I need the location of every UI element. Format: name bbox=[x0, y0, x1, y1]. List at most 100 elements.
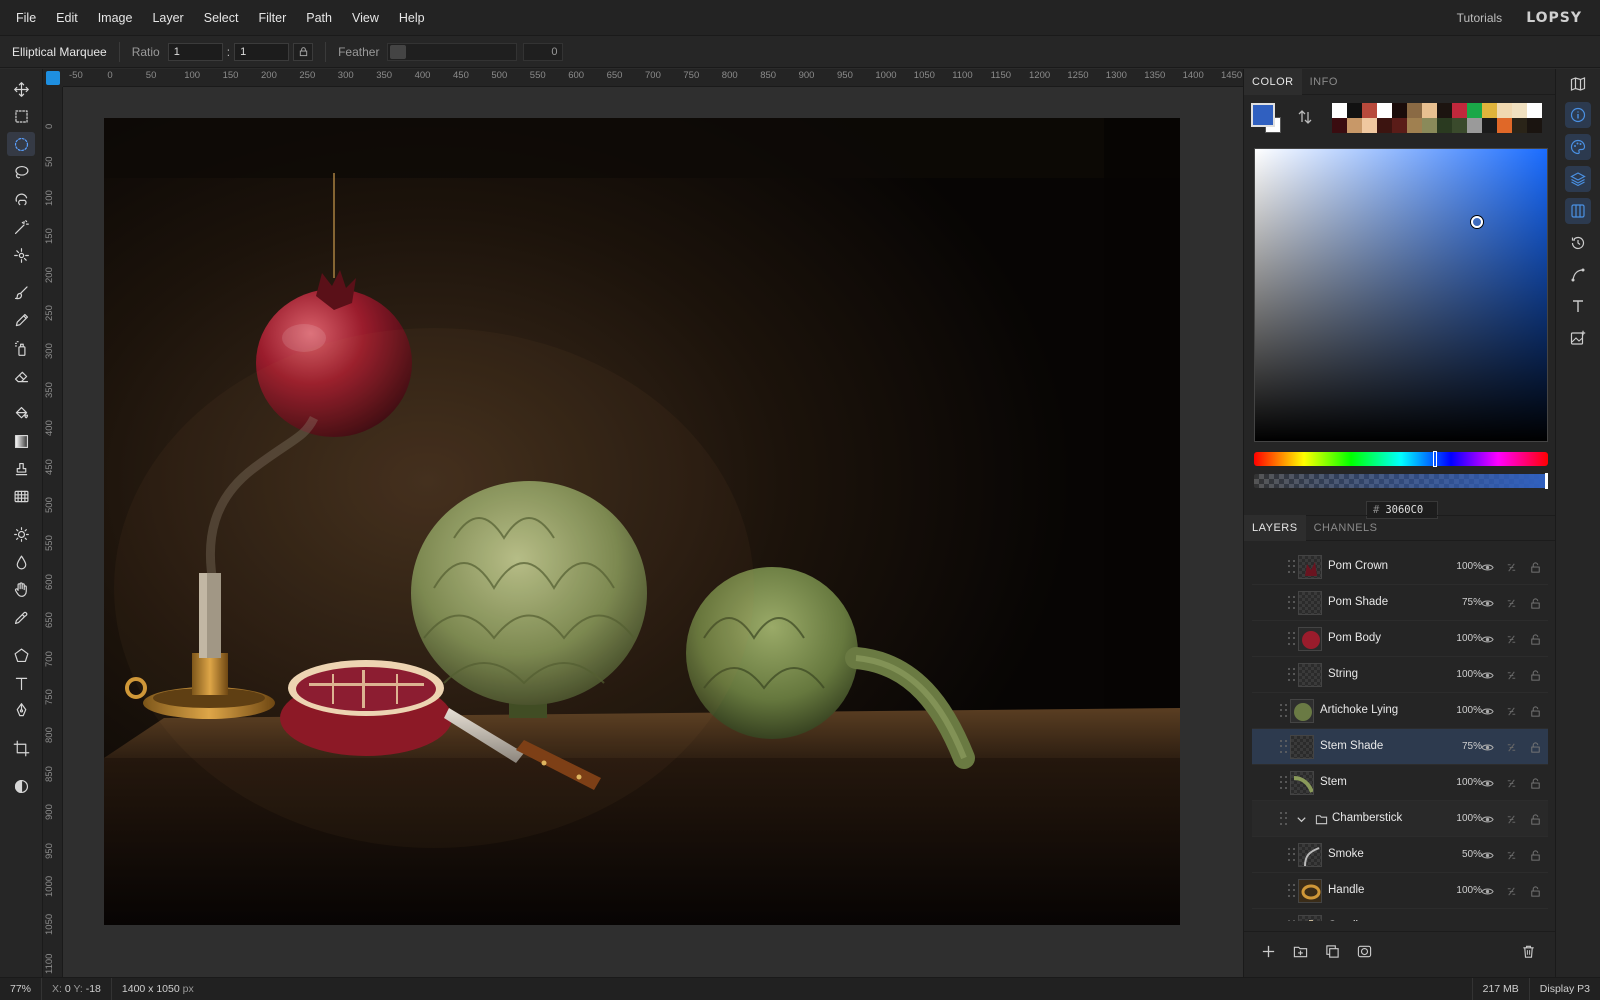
layer-row[interactable]: Candle100% bbox=[1252, 909, 1548, 921]
layer-opacity[interactable]: 100% bbox=[1442, 885, 1482, 896]
zoom-level[interactable]: 77% bbox=[0, 977, 43, 1000]
alpha-slider-thumb[interactable] bbox=[1545, 473, 1548, 489]
document-canvas[interactable] bbox=[104, 118, 1180, 925]
layer-row[interactable]: Chamberstick 100% bbox=[1252, 801, 1548, 837]
layer-name[interactable]: Artichoke Lying bbox=[1320, 704, 1398, 716]
pen-tool[interactable] bbox=[7, 699, 35, 723]
menu-layer[interactable]: Layer bbox=[142, 11, 193, 25]
feather-value[interactable]: 0 bbox=[523, 42, 564, 61]
layer-name[interactable]: Candle bbox=[1328, 920, 1364, 921]
color-swatch[interactable] bbox=[1347, 118, 1362, 133]
layer-name[interactable]: Pom Shade bbox=[1328, 596, 1388, 608]
color-swatch[interactable] bbox=[1407, 103, 1422, 118]
color-swatch[interactable] bbox=[1482, 118, 1497, 133]
lock-open-icon[interactable] bbox=[1528, 848, 1542, 862]
quick-select-tool[interactable] bbox=[7, 243, 35, 267]
menu-view[interactable]: View bbox=[342, 11, 389, 25]
color-profile[interactable]: Display P3 bbox=[1528, 978, 1600, 1000]
drag-handle-icon[interactable] bbox=[1280, 812, 1288, 826]
hand-tool[interactable] bbox=[7, 578, 35, 602]
feather-slider-thumb[interactable] bbox=[390, 44, 407, 59]
color-swatch[interactable] bbox=[1392, 103, 1407, 118]
eye-icon[interactable] bbox=[1480, 596, 1494, 610]
eye-icon[interactable] bbox=[1480, 848, 1494, 862]
layer-row[interactable]: Pom Crown 100% bbox=[1252, 549, 1548, 585]
layer-row[interactable]: Pom Body 100% bbox=[1252, 621, 1548, 657]
ruler-origin-icon[interactable] bbox=[46, 71, 60, 85]
color-swatch[interactable] bbox=[1452, 103, 1467, 118]
lock-open-icon[interactable] bbox=[1528, 740, 1542, 754]
dodge-tool[interactable] bbox=[7, 523, 35, 547]
color-swatch[interactable] bbox=[1497, 118, 1512, 133]
drag-handle-icon[interactable] bbox=[1288, 848, 1296, 862]
color-swatch[interactable] bbox=[1527, 118, 1542, 133]
saturation-value-picker[interactable] bbox=[1254, 148, 1548, 442]
drag-handle-icon[interactable] bbox=[1288, 560, 1296, 574]
drag-handle-icon[interactable] bbox=[1288, 884, 1296, 898]
pencil-tool[interactable] bbox=[7, 309, 35, 333]
menu-help[interactable]: Help bbox=[389, 11, 435, 25]
menu-file[interactable]: File bbox=[6, 11, 46, 25]
fx-icon[interactable] bbox=[1504, 668, 1518, 682]
layer-name[interactable]: Smoke bbox=[1328, 848, 1364, 860]
color-swatch[interactable] bbox=[1467, 118, 1482, 133]
elliptical-marquee-tool[interactable] bbox=[7, 132, 35, 157]
blur-tool[interactable] bbox=[7, 550, 35, 574]
ratio-lock-button[interactable] bbox=[293, 42, 314, 61]
tab-channels[interactable]: CHANNELS bbox=[1306, 515, 1386, 541]
fx-icon[interactable] bbox=[1504, 632, 1518, 646]
eye-icon[interactable] bbox=[1480, 812, 1494, 826]
layer-row[interactable]: Stem Shade 75% bbox=[1252, 729, 1548, 765]
color-swatch[interactable] bbox=[1422, 118, 1437, 133]
drag-handle-icon[interactable] bbox=[1288, 596, 1296, 610]
drag-handle-icon[interactable] bbox=[1280, 740, 1288, 754]
eye-icon[interactable] bbox=[1480, 920, 1494, 921]
pattern-tool[interactable] bbox=[7, 485, 35, 509]
layer-opacity[interactable]: 100% bbox=[1442, 777, 1482, 788]
lock-open-icon[interactable] bbox=[1528, 884, 1542, 898]
layer-row[interactable]: String 100% bbox=[1252, 657, 1548, 693]
crop-tool[interactable] bbox=[7, 736, 35, 760]
fx-icon[interactable] bbox=[1504, 596, 1518, 610]
layer-opacity[interactable]: 100% bbox=[1442, 633, 1482, 644]
color-swatch[interactable] bbox=[1332, 118, 1347, 133]
eraser-tool[interactable] bbox=[7, 364, 35, 388]
lasso-tool[interactable] bbox=[7, 160, 35, 184]
layer-opacity[interactable]: 100% bbox=[1442, 705, 1482, 716]
eye-icon[interactable] bbox=[1480, 668, 1494, 682]
layer-name[interactable]: String bbox=[1328, 668, 1358, 680]
color-picker-cursor[interactable] bbox=[1471, 216, 1483, 228]
eye-icon[interactable] bbox=[1480, 632, 1494, 646]
color-swatch[interactable] bbox=[1512, 118, 1527, 133]
eye-icon[interactable] bbox=[1480, 884, 1494, 898]
tutorials-link[interactable]: Tutorials bbox=[1457, 11, 1503, 25]
layer-name[interactable]: Stem Shade bbox=[1320, 740, 1383, 752]
bucket-tool[interactable] bbox=[7, 402, 35, 426]
color-swatch[interactable] bbox=[1437, 103, 1452, 118]
layer-row[interactable]: Handle 100% bbox=[1252, 873, 1548, 909]
layer-opacity[interactable]: 100% bbox=[1442, 813, 1482, 824]
tab-layers[interactable]: LAYERS bbox=[1244, 515, 1306, 541]
color-swatch[interactable] bbox=[1377, 103, 1392, 118]
layer-row[interactable]: Artichoke Lying 100% bbox=[1252, 693, 1548, 729]
layer-opacity[interactable]: 75% bbox=[1442, 597, 1482, 608]
layer-name[interactable]: Pom Crown bbox=[1328, 560, 1388, 572]
eyedropper-tool[interactable] bbox=[7, 606, 35, 630]
shape-tool[interactable] bbox=[7, 643, 35, 667]
layer-opacity[interactable]: 75% bbox=[1442, 741, 1482, 752]
layers-panel-button[interactable] bbox=[1565, 166, 1591, 192]
hue-slider-thumb[interactable] bbox=[1433, 451, 1437, 467]
ratio-height-input[interactable] bbox=[234, 42, 290, 61]
chevron-down-icon[interactable] bbox=[1294, 812, 1308, 826]
channels-panel-button[interactable] bbox=[1565, 198, 1591, 224]
canvas-workspace[interactable] bbox=[63, 87, 1243, 977]
lock-open-icon[interactable] bbox=[1528, 704, 1542, 718]
layer-name[interactable]: Chamberstick bbox=[1332, 812, 1402, 824]
color-swatch[interactable] bbox=[1437, 118, 1452, 133]
color-swatch[interactable] bbox=[1527, 103, 1542, 118]
lock-open-icon[interactable] bbox=[1528, 632, 1542, 646]
fx-icon[interactable] bbox=[1504, 776, 1518, 790]
layer-row[interactable]: Pom Shade 75% bbox=[1252, 585, 1548, 621]
lock-open-icon[interactable] bbox=[1528, 596, 1542, 610]
fx-icon[interactable] bbox=[1504, 884, 1518, 898]
